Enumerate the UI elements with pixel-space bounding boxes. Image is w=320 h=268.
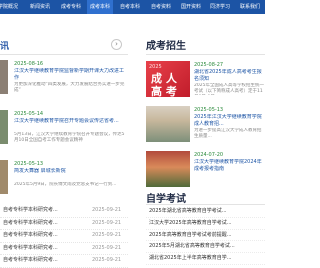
nav-item-tongji-study[interactable]: 同济学习 <box>210 0 230 14</box>
news-item[interactable]: 2024-07-20 江汉大学继续教育学院2024年成考报考指南 <box>146 149 265 189</box>
news-item[interactable]: 2025-05-13 简发大舞器 启城长新院 2025年5月9日，院长傅文雨及党… <box>0 160 128 194</box>
nav-item-self-study-materials[interactable]: 自考资料 <box>151 0 171 14</box>
news-item[interactable]: 2025-05-14 江汉大学继续教育学院召开专题会议传达省考... 5月13日… <box>0 110 128 144</box>
news-section-header: 讯 › <box>0 36 128 55</box>
news-date: 2025-08-16 <box>14 61 44 67</box>
list-item[interactable]: 湖北省2025年上半年高等教育自学... <box>146 253 265 265</box>
news-summary: 2025年全国成人高等学校招生统一考试（以下简称成人高考）定于11月8日-9日.… <box>194 83 264 94</box>
list-item-date: 2025-09-21 <box>92 207 122 213</box>
news-list: 自考专科学本科研究考... 2025-09-21 自考专科学本科研究考... 2… <box>0 205 128 268</box>
news-summary: 为更加深化推动“四类发展，大力发展结合务实进一步完成” <box>14 82 125 93</box>
list-item[interactable]: 自考专科学本科研究考... 2025-09-21 <box>0 243 128 255</box>
list-item[interactable]: 自考专科学本科研究考... 2025-09-21 <box>0 230 128 243</box>
adult-exam-section-title: 成考招生 <box>146 41 186 52</box>
list-item-date: 2025-09-21 <box>92 232 122 238</box>
nav-item-contact[interactable]: 联系我们 <box>240 0 260 14</box>
list-item[interactable]: 2025年5月湖北省高等教育自学考试... <box>146 241 265 254</box>
list-item-title[interactable]: 自考专科学本科研究考... <box>3 230 85 242</box>
news-summary <box>194 173 265 185</box>
news-title[interactable]: 2025年江汉大学继续教育学院成人教育招... <box>194 114 265 128</box>
list-item[interactable]: 江汉大学2025年高等教育自学考试... <box>146 218 265 230</box>
list-item-title[interactable]: 自考专科学本科研究考... <box>3 255 85 267</box>
news-item[interactable]: 2025-05-13 2025年江汉大学继续教育学院成人教育招... 为进一步提… <box>146 104 265 144</box>
news-date: 2025-08-27 <box>194 62 224 68</box>
news-title[interactable]: 江汉大学继续教育学院召开专题会议传达省考... <box>14 118 126 132</box>
news-thumbnail: 2025 成 人 高 考 <box>146 61 190 98</box>
self-study-section-title: 自学考试 <box>146 194 186 205</box>
news-item[interactable]: 2025-08-16 江汉大学继续教育学院监督新学期开课大力改进工作 为更加深化… <box>0 60 128 94</box>
news-summary: 为进一步提高江汉大学成人教育招生质量... <box>194 128 262 139</box>
nav-item-adult-college[interactable]: 成考专科 <box>61 0 81 14</box>
news-thumbnail <box>146 106 190 142</box>
list-item[interactable]: 2025年高等教育自学考试考前提醒... <box>146 230 265 242</box>
news-thumbnail <box>0 160 8 194</box>
news-date: 2025-05-14 <box>14 111 44 117</box>
news-title[interactable]: 简发大舞器 启城长新院 <box>14 168 126 182</box>
news-title[interactable]: 江汉大学继续教育学院监督新学期开课大力改进工作 <box>14 68 126 82</box>
news-date: 2025-05-13 <box>194 107 224 113</box>
news-thumbnail <box>0 60 8 94</box>
thumbnail-text: 高 考 <box>151 85 177 98</box>
list-item[interactable]: 自考专科学本科研究考... 2025-09-21 <box>0 255 128 268</box>
news-title[interactable]: 湖北省2025年成人高考考生报名须知 <box>194 69 265 83</box>
list-item-title[interactable]: 自考专科学本科研究考... <box>3 243 85 255</box>
news-title[interactable]: 江汉大学继续教育学院2024年成考报考指南 <box>194 159 265 173</box>
top-nav: 学院概况 新闻资讯 成考专科 成考本科 自考本科 自考资料 国开资料 同济学习 … <box>0 0 265 14</box>
chevron-right-icon[interactable]: › <box>111 39 122 50</box>
divider <box>146 204 265 205</box>
news-summary: 2025年5月9日，院长傅文雨及党总支书记一行到... <box>14 182 117 187</box>
nav-item-about[interactable]: 学院概况 <box>0 0 18 14</box>
list-item-date: 2025-09-21 <box>92 219 122 226</box>
nav-item-news[interactable]: 新闻资讯 <box>30 0 50 14</box>
list-item[interactable]: 自考专科学本科研究考... 2025-09-21 <box>0 218 128 230</box>
list-item[interactable]: 自考专科学本科研究考... 2025-09-21 <box>0 205 128 218</box>
list-item-date: 2025-09-21 <box>92 244 122 251</box>
news-date: 2024-07-20 <box>194 152 224 158</box>
nav-item-self-study-bachelor[interactable]: 自考本科 <box>120 0 140 14</box>
list-item-title[interactable]: 自考专科学本科研究考... <box>3 218 85 230</box>
nav-item-open-uni-materials[interactable]: 国开资料 <box>181 0 201 14</box>
list-item-date: 2025-09-21 <box>92 257 122 263</box>
divider <box>146 54 265 55</box>
news-section-title: 讯 <box>0 42 10 52</box>
list-item-title[interactable]: 自考专科学本科研究考... <box>3 205 85 217</box>
news-thumbnail <box>146 151 190 187</box>
news-item[interactable]: 2025 成 人 高 考 2025-08-27 湖北省2025年成人高考考生报名… <box>146 59 265 99</box>
news-summary: 5月13日，江汉大学继续教育学院召开专题会议，传达5月10日全国自考工作专题会议… <box>14 132 125 143</box>
news-thumbnail <box>0 110 8 144</box>
list-item[interactable]: 2025年湖北省高等教育自学考试... <box>146 206 265 218</box>
nav-item-adult-bachelor[interactable]: 成考本科 <box>87 0 114 14</box>
news-date: 2025-05-13 <box>14 161 44 167</box>
self-study-list: 2025年湖北省高等教育自学考试... 江汉大学2025年高等教育自学考试...… <box>146 206 265 265</box>
